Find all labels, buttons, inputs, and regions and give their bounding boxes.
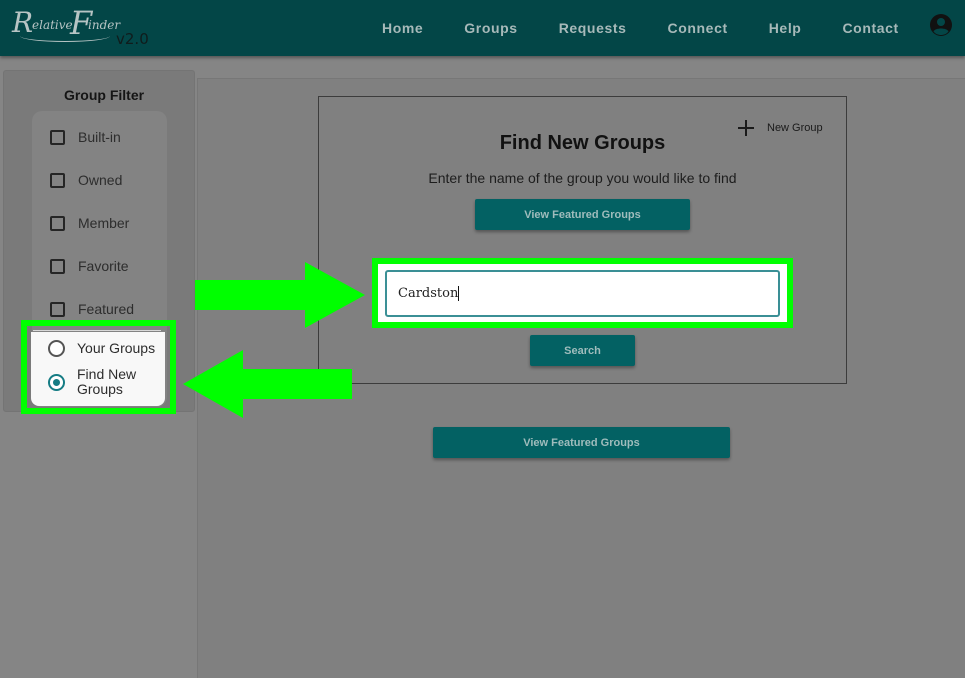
nav-help[interactable]: Help: [769, 20, 802, 36]
new-group-label: New Group: [767, 122, 823, 134]
favorite-checkbox[interactable]: [50, 258, 65, 274]
nav-home[interactable]: Home: [382, 20, 423, 36]
plus-icon: [737, 119, 755, 137]
app-version: v2.0: [116, 30, 149, 48]
group-search-input[interactable]: Cardston: [385, 270, 780, 317]
favorite-label: Favorite: [78, 258, 129, 274]
group-filter-title: Group Filter: [63, 87, 145, 103]
new-group-button[interactable]: New Group: [737, 119, 823, 137]
featured-label: Featured: [78, 301, 135, 317]
member-checkbox[interactable]: [50, 215, 65, 231]
nav-contact[interactable]: Contact: [842, 20, 898, 36]
relative-finder-logo[interactable]: R elative F inder v2.0: [12, 4, 162, 50]
find-new-groups-card: Find New Groups Enter the name of the gr…: [318, 96, 847, 384]
search-input-value: Cardston: [398, 286, 459, 301]
view-featured-groups-button[interactable]: View Featured Groups: [475, 199, 690, 230]
nav-groups[interactable]: Groups: [464, 20, 517, 36]
search-highlight-box: Cardston: [372, 258, 793, 328]
built-in-checkbox[interactable]: [50, 129, 65, 145]
owned-label: Owned: [78, 172, 123, 188]
filter-owned[interactable]: Owned: [50, 170, 122, 190]
left-arrow-annotation: [183, 350, 352, 418]
filter-built-in[interactable]: Built-in: [50, 127, 121, 147]
text-caret: [458, 286, 460, 301]
top-navbar: R elative F inder v2.0 Home Groups Reque…: [0, 0, 965, 56]
member-label: Member: [78, 215, 130, 231]
main-nav: Home Groups Requests Connect Help Contac…: [360, 0, 940, 56]
radio-highlight-box: [21, 320, 176, 414]
view-featured-groups-bottom-button[interactable]: View Featured Groups: [433, 427, 730, 458]
right-arrow-annotation: [195, 262, 365, 328]
owned-checkbox[interactable]: [50, 172, 65, 188]
search-button[interactable]: Search: [530, 335, 635, 366]
nav-requests[interactable]: Requests: [559, 20, 627, 36]
account-circle-icon[interactable]: [929, 13, 953, 37]
filter-featured[interactable]: Featured: [50, 299, 134, 319]
nav-connect[interactable]: Connect: [668, 20, 728, 36]
filter-favorite[interactable]: Favorite: [50, 256, 129, 276]
built-in-label: Built-in: [78, 129, 121, 145]
filter-member[interactable]: Member: [50, 213, 129, 233]
logo-swoosh: [20, 30, 110, 42]
featured-checkbox[interactable]: [50, 301, 65, 317]
find-groups-instructions: Enter the name of the group you would li…: [428, 170, 737, 186]
